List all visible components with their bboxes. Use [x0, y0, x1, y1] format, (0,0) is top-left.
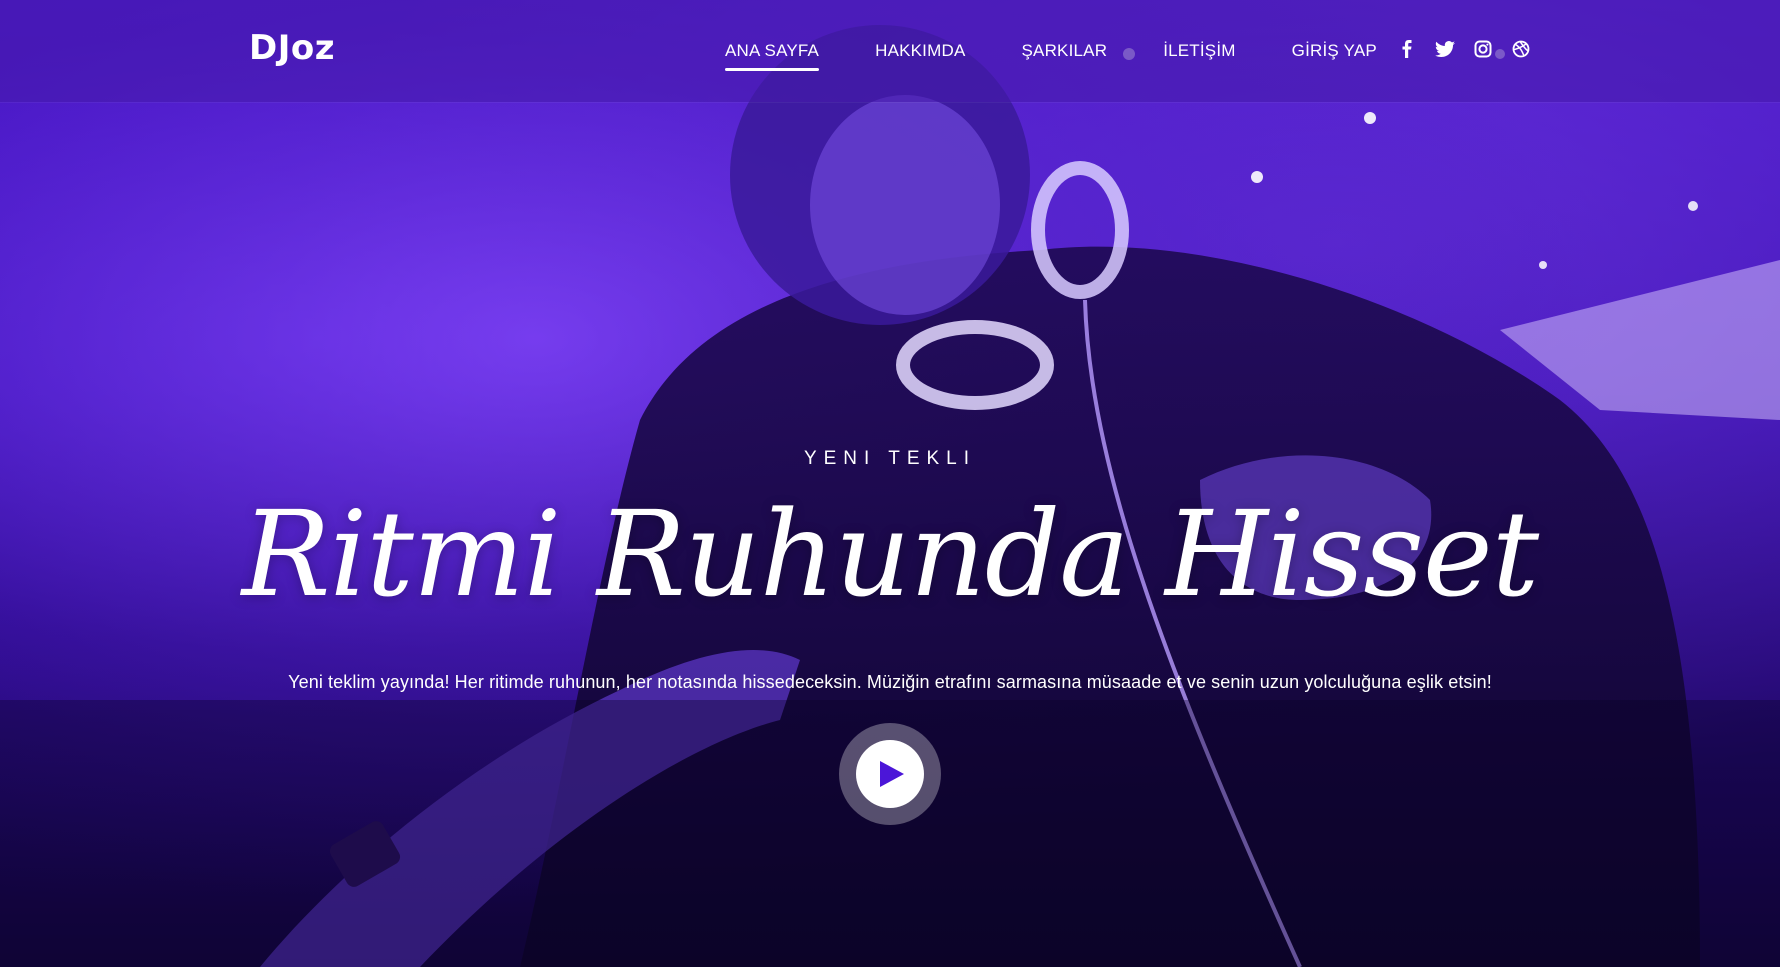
dribbble-icon[interactable] [1510, 38, 1532, 60]
nav-item-sarkilar[interactable]: ŞARKILAR [1022, 33, 1108, 69]
page: DJoz ANA SAYFA HAKKIMDA ŞARKILAR İLETİŞİ… [0, 0, 1780, 967]
hero-eyebrow: YENI TEKLI [803, 448, 977, 469]
hero-title: Ritmi Ruhunda Hisset [241, 485, 1539, 623]
play-icon [880, 761, 904, 787]
nav-item-giris-yap[interactable]: GİRİŞ YAP [1292, 33, 1377, 69]
nav-item-hakkimda[interactable]: HAKKIMDA [875, 33, 965, 69]
nav-item-iletisim[interactable]: İLETİŞİM [1163, 33, 1235, 69]
main-nav: ANA SAYFA HAKKIMDA ŞARKILAR İLETİŞİM GİR… [700, 0, 1433, 102]
play-button-inner[interactable] [856, 740, 924, 808]
hero-tagline: Yeni teklim yayında! Her ritimde ruhunun… [288, 672, 1492, 692]
instagram-icon[interactable] [1472, 38, 1494, 60]
nav-item-ana-sayfa[interactable]: ANA SAYFA [725, 33, 820, 71]
top-navbar: DJoz ANA SAYFA HAKKIMDA ŞARKILAR İLETİŞİ… [0, 0, 1780, 102]
play-button[interactable] [839, 723, 941, 825]
social-links [1396, 38, 1532, 60]
twitter-icon[interactable] [1434, 38, 1456, 60]
facebook-icon[interactable] [1396, 38, 1418, 60]
site-logo[interactable]: DJoz [249, 28, 335, 68]
